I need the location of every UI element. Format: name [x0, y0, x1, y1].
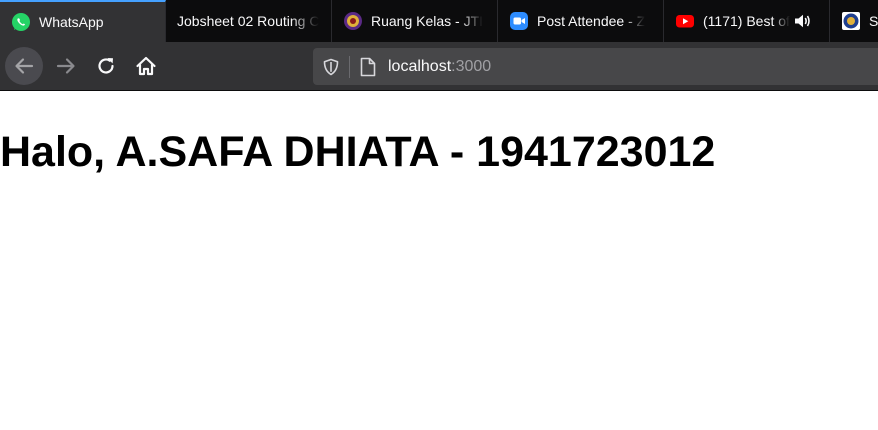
tab-si[interactable]: SI — [830, 0, 878, 42]
arrow-right-icon — [56, 58, 75, 74]
reload-icon — [98, 58, 114, 74]
page-icon[interactable] — [359, 57, 377, 77]
address-bar-divider — [349, 55, 350, 78]
tab-title: WhatsApp — [39, 14, 104, 30]
tab-title: Post Attendee - Z — [537, 13, 646, 29]
whatsapp-icon — [11, 12, 31, 32]
tab-title: (1171) Best of — [703, 13, 790, 29]
back-button[interactable] — [5, 47, 43, 85]
arrow-left-icon — [15, 58, 34, 74]
tab-jobsheet[interactable]: Jobsheet 02 Routing C — [166, 0, 332, 42]
tab-strip: WhatsApp Jobsheet 02 Routing C Ruang Kel… — [0, 0, 878, 42]
zoom-icon — [509, 11, 529, 31]
url-port: :3000 — [451, 57, 492, 75]
url-text[interactable]: localhost:3000 — [388, 58, 491, 76]
speaker-icon[interactable] — [794, 13, 812, 29]
address-bar[interactable]: localhost:3000 — [313, 48, 878, 85]
tab-youtube[interactable]: (1171) Best of — [664, 0, 830, 42]
navigation-toolbar: localhost:3000 — [0, 42, 878, 91]
youtube-icon — [675, 11, 695, 31]
university-crest-icon — [343, 11, 363, 31]
page-heading: Halo, A.SAFA DHIATA - 1941723012 — [0, 128, 716, 176]
university-seal-icon — [841, 11, 861, 31]
tab-ruang-kelas[interactable]: Ruang Kelas - JTI — [332, 0, 498, 42]
tab-zoom[interactable]: Post Attendee - Z — [498, 0, 664, 42]
tracking-protection-shield-icon[interactable] — [322, 58, 340, 76]
url-host: localhost — [388, 57, 452, 75]
reload-button[interactable] — [87, 47, 125, 85]
tab-whatsapp[interactable]: WhatsApp — [0, 0, 166, 42]
home-icon — [136, 56, 156, 76]
tab-title: Jobsheet 02 Routing C — [177, 13, 320, 29]
forward-button[interactable] — [47, 47, 85, 85]
page-content: Halo, A.SAFA DHIATA - 1941723012 — [0, 92, 878, 430]
tab-title: SI — [869, 13, 878, 29]
home-button[interactable] — [127, 47, 165, 85]
tab-title: Ruang Kelas - JTI — [371, 13, 484, 29]
